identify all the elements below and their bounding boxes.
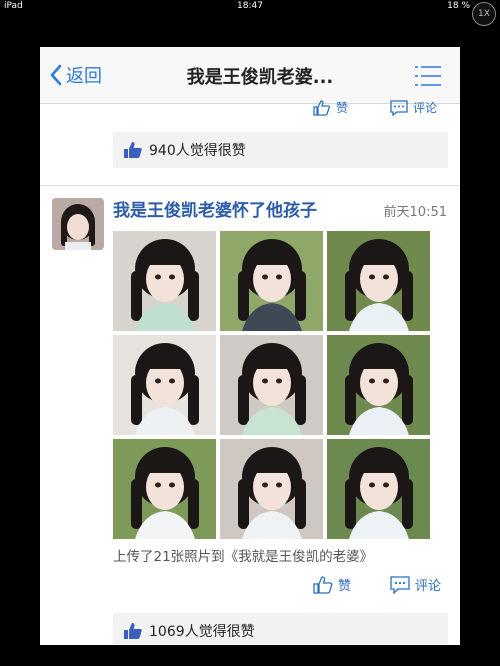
thumbs-up-icon xyxy=(124,623,142,639)
battery-label: 18 % xyxy=(447,1,470,11)
prev-like-button[interactable]: 赞 xyxy=(313,99,348,116)
back-label: 返回 xyxy=(66,66,102,87)
menu-list-icon[interactable] xyxy=(414,65,442,87)
post-title[interactable]: 我是王俊凯老婆怀了他孩子 xyxy=(113,196,317,221)
photo-grid xyxy=(113,231,430,539)
prev-likes-box: 940人觉得很赞 xyxy=(113,132,448,168)
back-chevron-icon xyxy=(50,64,62,86)
prev-like-label: 赞 xyxy=(336,101,349,115)
nav-bar: 返回 我是王俊凯老婆... xyxy=(40,47,460,104)
photo-thumbnail[interactable] xyxy=(327,439,430,539)
photo-thumbnail[interactable] xyxy=(113,335,216,435)
post-actions: 赞 评论 xyxy=(40,575,460,597)
post-divider xyxy=(40,185,460,186)
back-button[interactable]: 返回 xyxy=(50,62,102,88)
thumbs-up-icon xyxy=(313,575,333,594)
status-bar: iPad 18:47 18 % 1X xyxy=(0,0,500,26)
prev-comment-button[interactable]: 评论 xyxy=(390,99,437,116)
app-screen: 返回 我是王俊凯老婆... 赞 评论 940人觉得很赞 我是王俊凯老婆怀了他孩子… xyxy=(40,47,460,645)
photo-thumbnail[interactable] xyxy=(220,231,323,331)
post-likes-box: 1069人觉得很赞 xyxy=(113,613,448,645)
thumbs-up-icon xyxy=(313,99,330,116)
upload-description: 上传了21张照片到《我就是王俊凯的老婆》 xyxy=(113,549,374,565)
like-button[interactable]: 赞 xyxy=(313,575,351,594)
like-label: 赞 xyxy=(338,579,352,594)
prev-comment-label: 评论 xyxy=(413,101,438,115)
clock: 18:47 xyxy=(237,1,263,11)
photo-thumbnail[interactable] xyxy=(327,231,430,331)
comment-label: 评论 xyxy=(415,579,442,594)
post-likes-count: 1069人觉得很赞 xyxy=(149,624,255,640)
avatar[interactable] xyxy=(52,198,104,250)
comment-icon xyxy=(390,99,408,116)
photo-thumbnail[interactable] xyxy=(113,439,216,539)
comment-button[interactable]: 评论 xyxy=(390,575,441,594)
photo-thumbnail[interactable] xyxy=(220,439,323,539)
photo-thumbnail[interactable] xyxy=(327,335,430,435)
prev-post-actions: 赞 评论 xyxy=(40,99,460,117)
thumbs-up-icon xyxy=(124,142,142,158)
comment-icon xyxy=(390,575,410,594)
photo-thumbnail[interactable] xyxy=(113,231,216,331)
page-title: 我是王俊凯老婆... xyxy=(186,67,334,88)
post-timestamp: 前天10:51 xyxy=(383,205,447,220)
prev-likes-count: 940人觉得很赞 xyxy=(149,143,246,159)
photo-thumbnail[interactable] xyxy=(220,335,323,435)
zoom-button[interactable]: 1X xyxy=(472,2,496,26)
avatar-image xyxy=(52,198,104,250)
